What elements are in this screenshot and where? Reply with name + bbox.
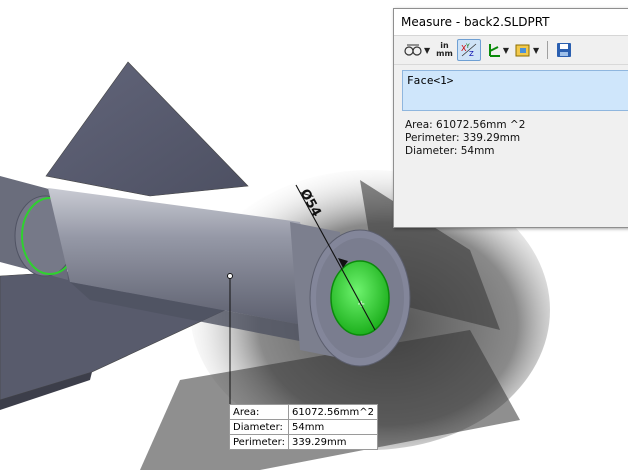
chevron-down-icon: ▼ [502, 45, 509, 55]
callout-label: Diameter: [229, 419, 289, 435]
callout-row: Area: 61072.56mm^2 [229, 404, 378, 420]
measure-results: Area: 61072.56mm ^2 Perimeter: 339.29mm … [405, 119, 525, 158]
callout-value: 54mm [288, 419, 378, 435]
result-area: Area: 61072.56mm ^2 [405, 119, 526, 131]
callout-anchor [227, 273, 233, 279]
measure-toolbar: ▼ in mm X Y Z ▼ ▼ [394, 36, 628, 65]
units-bottom-label: mm [436, 49, 453, 58]
measure-title: Measure - back2.SLDPRT [394, 9, 628, 36]
coordinate-system-button[interactable]: ▼ [483, 39, 511, 61]
xyz-measure-icon: X Y Z [461, 43, 477, 58]
toolbar-separator [547, 41, 549, 59]
units-precision-button[interactable]: in mm [434, 39, 455, 61]
svg-text:Z: Z [469, 50, 474, 58]
callout-row: Perimeter: 339.29mm [229, 434, 378, 450]
arc-circle-options-button[interactable]: ▼ [402, 39, 432, 61]
show-xyz-button[interactable]: X Y Z [456, 39, 481, 61]
measure-dialog: Measure - back2.SLDPRT ▼ in mm X Y Z ▼ ▼… [393, 8, 628, 228]
svg-text:Y: Y [465, 43, 470, 50]
callout-label: Area: [229, 404, 289, 420]
callout-label: Perimeter: [229, 434, 289, 450]
projection-icon [515, 44, 530, 57]
save-button[interactable] [554, 39, 574, 61]
callout-value: 61072.56mm^2 [288, 404, 378, 420]
measure-callout: Area: 61072.56mm^2 Diameter: 54mm Perime… [229, 404, 378, 450]
callout-row: Diameter: 54mm [229, 419, 378, 435]
chevron-down-icon: ▼ [532, 45, 540, 55]
upper-fin [45, 61, 249, 197]
save-icon [557, 43, 572, 57]
coordinate-system-icon [488, 44, 500, 57]
arc-options-icon [404, 44, 422, 56]
result-diameter: Diameter: 54mm [405, 145, 495, 157]
selection-list[interactable]: Face<1> [402, 70, 628, 111]
result-perimeter: Perimeter: 339.29mm [405, 132, 521, 144]
chevron-down-icon: ▼ [424, 45, 431, 55]
callout-value: 339.29mm [288, 434, 378, 450]
projection-button[interactable]: ▼ [513, 39, 541, 61]
selection-item[interactable]: Face<1> [407, 74, 628, 87]
selected-face-highlight[interactable] [330, 260, 390, 336]
